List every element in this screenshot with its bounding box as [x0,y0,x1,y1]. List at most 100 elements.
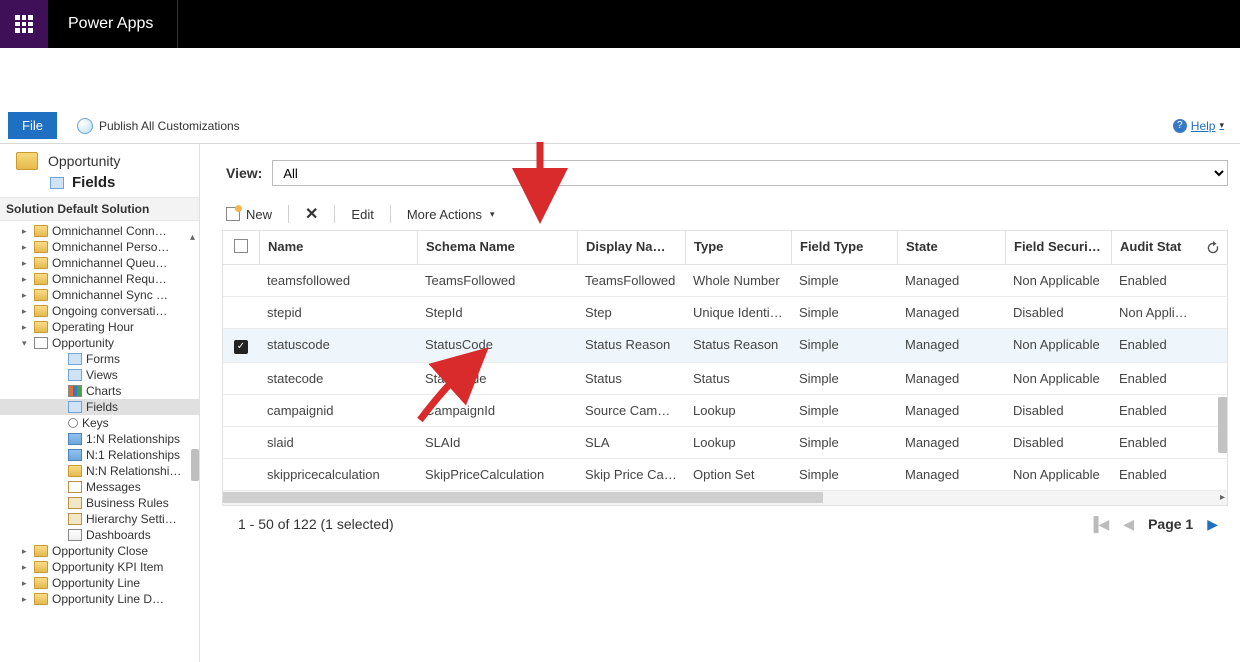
cell-name: teamsfollowed [259,265,417,296]
node-icon [68,513,82,525]
table-row[interactable]: ✓statuscodeStatusCodeStatus ReasonStatus… [223,329,1227,363]
tree-child-node[interactable]: N:1 Relationships [0,447,199,463]
tree-node[interactable]: Operating Hour [0,319,199,335]
app-title: Power Apps [68,15,153,33]
tree-node-current[interactable]: Opportunity [0,335,199,351]
table-row[interactable]: slaidSLAIdSLALookupSimpleManagedDisabled… [223,427,1227,459]
globe-icon [77,118,93,134]
edit-button[interactable]: Edit [351,207,373,222]
row-checkbox[interactable] [223,427,259,458]
pager-next-button[interactable]: ▶ [1207,516,1218,533]
column-schema[interactable]: Schema Name [417,231,577,264]
entity-icon [34,577,48,589]
row-checkbox[interactable] [223,363,259,394]
cell-fieldtype: Simple [791,265,897,296]
grid-hscroll-thumb[interactable] [223,492,823,503]
delete-button[interactable]: ✕ [305,204,318,224]
select-all-checkbox[interactable] [223,231,259,264]
tree-child-node[interactable]: Dashboards [0,527,199,543]
tree-node[interactable]: Opportunity Line D… [0,591,199,607]
column-display[interactable]: Display Name… [577,231,685,264]
tree-node[interactable]: Opportunity KPI Item [0,559,199,575]
pager-page-label: Page 1 [1148,516,1193,532]
view-select[interactable]: All [272,160,1228,186]
scroll-up-indicator[interactable]: ▴ [190,232,195,243]
tree-node[interactable]: Opportunity Line [0,575,199,591]
expand-icon [22,322,30,333]
x-icon: ✕ [305,204,318,224]
cell-type: Status [685,363,791,394]
content-pane: View: All New ✕ Edit More Actions ▾ [200,144,1240,662]
tree-child-node[interactable]: Forms [0,351,199,367]
expand-icon [22,306,30,317]
entity-icon [34,225,48,237]
publish-all-button[interactable]: Publish All Customizations [77,118,240,134]
tree-node[interactable]: Omnichannel Conn… [0,223,199,239]
column-fieldtype[interactable]: Field Type [791,231,897,264]
toolbar-separator [288,205,289,223]
tree-node[interactable]: Ongoing conversati… [0,303,199,319]
expand-icon [22,290,30,301]
pager-prev-button[interactable]: ◀ [1123,516,1134,533]
tree-node[interactable]: Omnichannel Perso… [0,239,199,255]
grid-hscroll[interactable]: ▸ [223,491,1227,505]
table-row[interactable]: skippricecalculationSkipPriceCalculation… [223,459,1227,491]
left-scrollbar-thumb[interactable] [191,449,199,481]
tree-node[interactable]: Omnichannel Queu… [0,255,199,271]
tree-node[interactable]: Omnichannel Requ… [0,271,199,287]
file-button[interactable]: File [8,112,57,139]
grid-vscroll-thumb[interactable] [1218,397,1227,453]
new-button[interactable]: New [226,207,272,222]
app-launcher-button[interactable] [0,0,48,48]
cell-security: Non Applicable [1005,265,1111,296]
table-row[interactable]: teamsfollowedTeamsFollowedTeamsFollowedW… [223,265,1227,297]
node-icon [68,353,82,365]
entity-icon [34,241,48,253]
cell-display: Step [577,297,685,328]
column-type[interactable]: Type [685,231,791,264]
tree-child-node[interactable]: Hierarchy Setti… [0,511,199,527]
tree-child-node[interactable]: Keys [0,415,199,431]
table-row[interactable]: statecodeStateCodeStatusStatusSimpleMana… [223,363,1227,395]
row-checkbox[interactable] [223,459,259,490]
chevron-down-icon: ▾ [490,209,495,220]
more-actions-button[interactable]: More Actions ▾ [407,207,495,222]
row-checkbox[interactable] [223,265,259,296]
tree-child-node[interactable]: Views [0,367,199,383]
column-name[interactable]: Name [259,231,417,264]
table-row[interactable]: stepidStepIdStepUnique Identi…SimpleMana… [223,297,1227,329]
cell-display: Status [577,363,685,394]
entity-icon [34,337,48,349]
tree-child-node[interactable]: N:N Relationshi… [0,463,199,479]
cell-display: Skip Price Cal… [577,459,685,490]
tree-child-node[interactable]: Messages [0,479,199,495]
tree-child-node[interactable]: Charts [0,383,199,399]
refresh-button[interactable] [1201,231,1225,264]
cell-schema: StepId [417,297,577,328]
tree-child-node[interactable]: Business Rules [0,495,199,511]
tree-node[interactable]: Opportunity Close [0,543,199,559]
tree-child-node[interactable]: 1:N Relationships [0,431,199,447]
expand-icon [22,242,30,253]
row-checkbox[interactable] [223,297,259,328]
pager-first-button[interactable]: ▐◀ [1089,516,1110,533]
row-checkbox[interactable]: ✓ [223,329,259,362]
scroll-right-arrow[interactable]: ▸ [1220,492,1225,503]
cell-name: skippricecalculation [259,459,417,490]
cell-security: Non Applicable [1005,363,1111,394]
collapse-icon [22,338,30,349]
cell-type: Whole Number [685,265,791,296]
cell-audit: Enabled [1111,329,1201,362]
cell-fieldtype: Simple [791,363,897,394]
waffle-icon [15,15,33,33]
node-icon [68,529,82,541]
tree-node[interactable]: Omnichannel Sync … [0,287,199,303]
section-title: Fields [72,174,115,191]
tree-child-node[interactable]: Fields [0,399,199,415]
column-security[interactable]: Field Security… [1005,231,1111,264]
help-link[interactable]: ? Help ▾ [1173,119,1224,133]
row-checkbox[interactable] [223,395,259,426]
column-audit[interactable]: Audit Stat [1111,231,1201,264]
column-state[interactable]: State [897,231,1005,264]
table-row[interactable]: campaignidCampaignIdSource Camp…LookupSi… [223,395,1227,427]
